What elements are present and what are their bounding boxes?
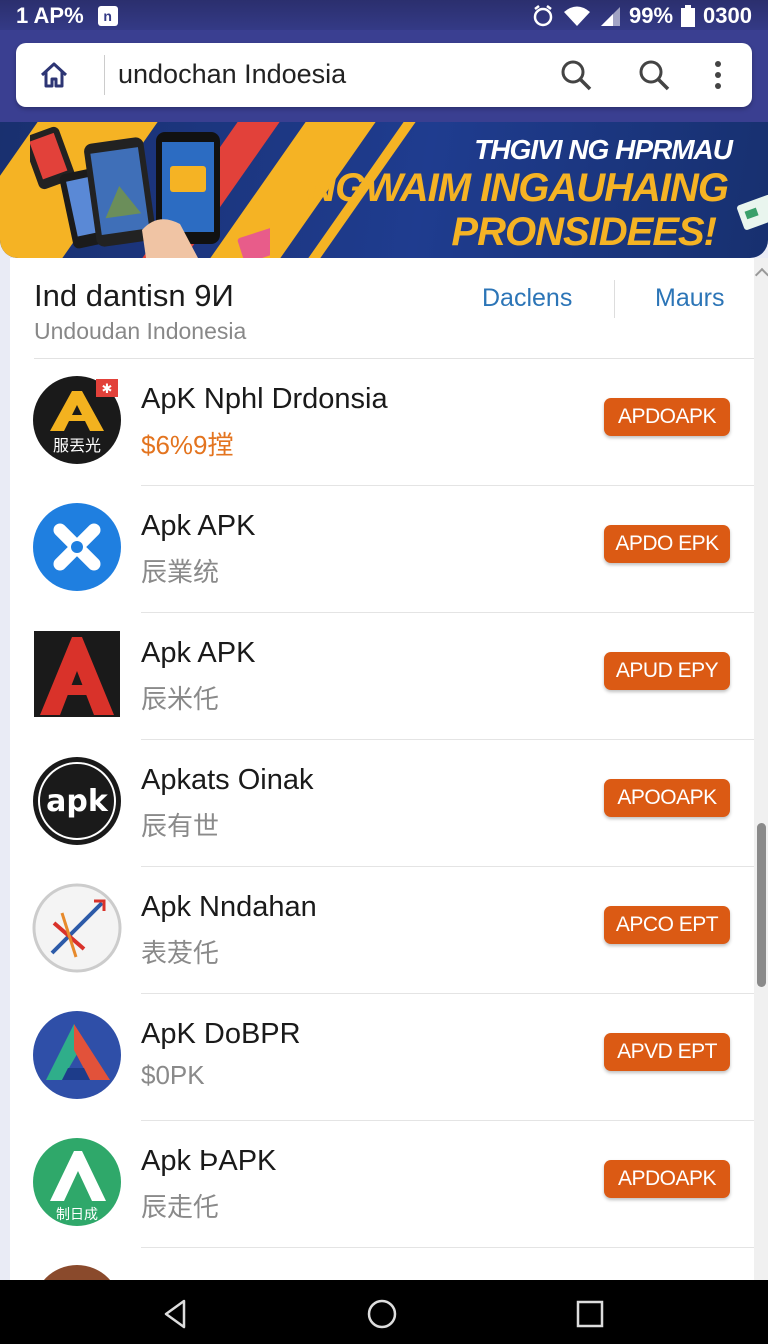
- red-a-icon: [34, 631, 120, 717]
- app-name: Apkats Oinak: [141, 764, 314, 796]
- apk-logo-icon: apk: [33, 757, 121, 845]
- signal-icon: [601, 7, 620, 26]
- app-price: $6%9摚: [141, 430, 234, 460]
- header-divider: [614, 280, 615, 318]
- download-button[interactable]: APOOAPK: [604, 779, 730, 817]
- phones-illustration-icon: [30, 126, 270, 258]
- status-bar: 1 AP% n 99% 0300: [0, 0, 768, 30]
- download-button[interactable]: APUD EPY: [604, 652, 730, 690]
- promo-banner[interactable]: THGIVI NG HPRMAU NGWAIM INGAUHAING PRONS…: [0, 122, 768, 258]
- icon-caption: 制日成: [56, 1207, 98, 1223]
- banner-title-line3: PRONSIDEES!: [451, 210, 717, 254]
- scrollbar[interactable]: [754, 258, 768, 1288]
- section-subtitle: Undoudan Indonesia: [34, 318, 247, 344]
- search-icon[interactable]: [636, 57, 672, 93]
- app-subtitle: 辰有世: [141, 811, 220, 841]
- icon-caption: 服丟光: [53, 436, 101, 455]
- url-input[interactable]: undochan Indoesia: [118, 59, 346, 90]
- home-icon[interactable]: [38, 59, 70, 91]
- browser-toolbar: undochan Indoesia: [0, 30, 768, 122]
- app-name: Apk APK: [141, 637, 256, 669]
- banner-title-line2: NGWAIM INGAUHAING: [307, 166, 729, 210]
- app-name: ApK Nphl Drdonsia: [141, 383, 388, 415]
- icon-caption: apk: [46, 784, 109, 819]
- battery-icon: [681, 5, 696, 27]
- svg-text:✱: ✱: [102, 382, 113, 397]
- url-bar[interactable]: undochan Indoesia: [16, 43, 752, 107]
- app-subtitle: 辰業统: [141, 557, 220, 587]
- download-button[interactable]: APDO EPK: [604, 525, 730, 563]
- scrollbar-thumb[interactable]: [757, 823, 766, 987]
- app-subtitle: 辰米仛: [141, 684, 220, 714]
- list-item[interactable]: Apk Nndahan 表茇仛 APCO EPT: [10, 867, 754, 994]
- app-subtitle: 辰走仛: [141, 1192, 220, 1222]
- list-item[interactable]: 制日成 Apk ÞAPK 辰走仛 APDOAPK: [10, 1121, 754, 1248]
- list-item[interactable]: ✱ 服丟光 ApK Nphl Drdonsia $6%9摚 APDOAPK: [10, 359, 754, 486]
- more-vert-icon[interactable]: [700, 57, 736, 93]
- blue-bluetooth-icon: [33, 503, 121, 591]
- alarm-icon: [533, 5, 553, 27]
- section-title: Ind dantisn 9И: [34, 278, 234, 313]
- app-list-card: Ind dantisn 9И Undoudan Indonesia Daclen…: [10, 258, 754, 1288]
- app-name: ApK DoBPR: [141, 1018, 301, 1050]
- list-item[interactable]: ApK DoBPR $0PK APVD EPT: [10, 994, 754, 1121]
- download-button[interactable]: APVD EPT: [604, 1033, 730, 1071]
- download-button[interactable]: APCO EPT: [604, 906, 730, 944]
- home-circle-icon[interactable]: [366, 1298, 398, 1330]
- header-link-maurs[interactable]: Maurs: [655, 284, 724, 313]
- sketch-arrow-icon: [32, 883, 122, 973]
- status-time: 0300: [703, 3, 752, 28]
- header-link-daclens[interactable]: Daclens: [482, 284, 572, 313]
- list-item[interactable]: Apk APK 辰米仛 APUD EPY: [10, 613, 754, 740]
- scroll-up-arrow-icon[interactable]: [754, 267, 768, 283]
- download-button[interactable]: APDOAPK: [604, 398, 730, 436]
- notification-icon: n: [97, 6, 118, 26]
- download-button[interactable]: APDOAPK: [604, 1160, 730, 1198]
- banner-title-line1: THGIVI NG HPRMAU: [474, 134, 733, 165]
- apk-a-black-icon: ✱ 服丟光: [33, 376, 121, 464]
- app-subtitle: $0PK: [141, 1060, 205, 1090]
- wifi-icon: [564, 6, 590, 26]
- battery-percent: 99%: [629, 3, 674, 28]
- status-left-text: 1 AP%: [16, 3, 84, 28]
- back-icon[interactable]: [160, 1298, 192, 1330]
- list-item[interactable]: Apk APK 辰業统 APDO EPK: [10, 486, 754, 613]
- system-nav-bar: [0, 1280, 768, 1344]
- app-name: Apk APK: [141, 510, 256, 542]
- app-subtitle: 表茇仛: [141, 938, 220, 968]
- search-icon[interactable]: [558, 57, 594, 93]
- app-name: Apk Nndahan: [141, 891, 317, 923]
- app-name: Apk ÞAPK: [141, 1145, 277, 1177]
- gradient-a-icon: [33, 1011, 121, 1099]
- list-item[interactable]: apk Apkats Oinak 辰有世 APOOAPK: [10, 740, 754, 867]
- url-divider: [104, 55, 105, 95]
- recents-icon[interactable]: [574, 1298, 606, 1330]
- ticket-icon: [737, 194, 768, 230]
- green-a-icon: 制日成: [33, 1138, 121, 1226]
